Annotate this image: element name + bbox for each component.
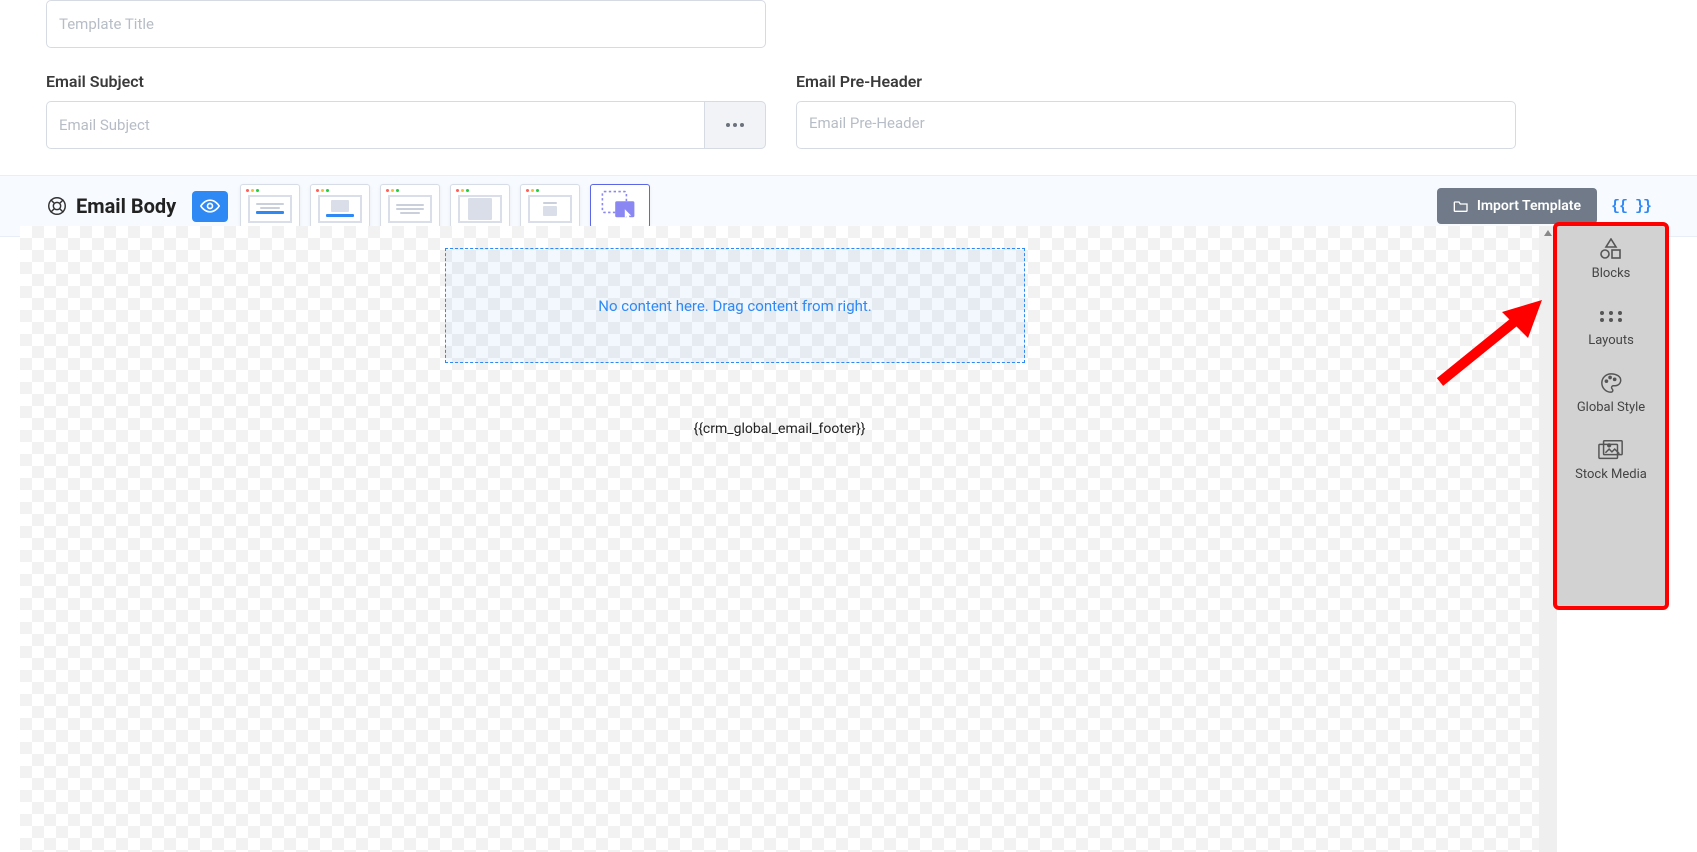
sidebar-item-blocks[interactable]: Blocks xyxy=(1557,238,1665,281)
sidebar-item-layouts[interactable]: Layouts xyxy=(1557,305,1665,348)
email-footer-token: {{crm_global_email_footer}} xyxy=(20,421,1539,437)
sidebar-label-blocks: Blocks xyxy=(1592,266,1631,281)
sidebar-item-global-style[interactable]: Global Style xyxy=(1557,372,1665,415)
insert-variable-button[interactable]: {{ }} xyxy=(1611,198,1651,215)
empty-dropzone[interactable]: No content here. Drag content from right… xyxy=(445,248,1025,363)
folder-icon xyxy=(1453,199,1469,213)
email-preheader-label: Email Pre-Header xyxy=(796,72,1516,91)
email-subject-label: Email Subject xyxy=(46,72,766,91)
template-title-input[interactable] xyxy=(46,0,766,48)
palette-icon xyxy=(1598,372,1624,394)
eye-icon xyxy=(200,199,220,213)
template-option-html[interactable] xyxy=(520,184,580,228)
template-option-document[interactable] xyxy=(450,184,510,228)
sidebar-label-global-style: Global Style xyxy=(1577,400,1645,415)
email-preheader-input[interactable] xyxy=(796,101,1516,149)
email-subject-input[interactable] xyxy=(46,101,704,149)
template-option-text[interactable] xyxy=(240,184,300,228)
template-option-image[interactable] xyxy=(310,184,370,228)
builder-side-panel: Blocks Layouts Global Style Stock Media xyxy=(1553,222,1669,610)
email-canvas[interactable]: No content here. Drag content from right… xyxy=(20,226,1539,852)
email-body-label: Email Body xyxy=(76,194,176,218)
dropzone-hint: No content here. Drag content from right… xyxy=(598,297,872,315)
image-stack-icon xyxy=(1598,439,1624,461)
grid-icon xyxy=(1598,305,1624,327)
email-subject-more-button[interactable] xyxy=(704,101,766,149)
preview-button[interactable] xyxy=(192,191,228,222)
import-template-button[interactable]: Import Template xyxy=(1437,188,1597,224)
import-template-label: Import Template xyxy=(1477,198,1581,214)
template-option-drag-builder[interactable] xyxy=(590,184,650,228)
template-option-paragraph[interactable] xyxy=(380,184,440,228)
dots-icon xyxy=(726,123,744,127)
triangle-up-icon xyxy=(1544,230,1552,236)
sidebar-label-layouts: Layouts xyxy=(1588,333,1634,348)
sidebar-item-stock-media[interactable]: Stock Media xyxy=(1557,439,1665,482)
shapes-icon xyxy=(1598,238,1624,260)
lifering-icon xyxy=(46,195,68,217)
drag-icon xyxy=(600,190,640,222)
sidebar-label-stock-media: Stock Media xyxy=(1575,467,1647,482)
